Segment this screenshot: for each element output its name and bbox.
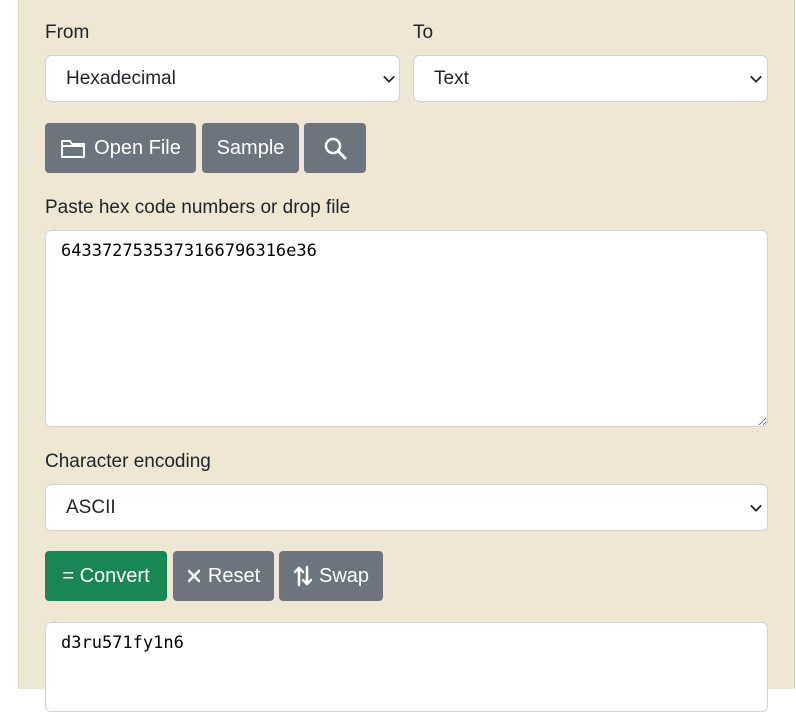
from-selected-value: Hexadecimal	[66, 68, 176, 89]
reset-label: Reset	[207, 564, 261, 587]
convert-label: = Convert	[62, 564, 150, 587]
reset-button[interactable]: Reset	[173, 551, 274, 601]
sample-button[interactable]: Sample	[202, 123, 299, 173]
open-file-label: Open File	[94, 136, 181, 159]
encoding-label: Character encoding	[45, 451, 211, 472]
converter-panel: From Hexadecimal To Text Open File Sampl…	[18, 0, 795, 712]
swap-label: Swap	[318, 564, 370, 587]
folder-icon	[61, 140, 86, 158]
from-select[interactable]: Hexadecimal	[45, 55, 400, 102]
convert-button[interactable]: = Convert	[45, 551, 167, 601]
search-button[interactable]	[304, 123, 366, 173]
from-label: From	[45, 22, 90, 43]
to-label: To	[413, 22, 434, 43]
input-label: Paste hex code numbers or drop file	[45, 197, 351, 218]
swap-button[interactable]: Swap	[279, 551, 383, 601]
encoding-selected-value: ASCII	[66, 497, 116, 518]
search-icon	[324, 137, 347, 160]
to-select[interactable]: Text	[413, 55, 768, 102]
sample-label: Sample	[216, 136, 285, 159]
output-textarea[interactable]: d3ru571fy1n6	[45, 622, 768, 712]
hex-input-textarea[interactable]: 6433727535373166796316e36	[45, 230, 768, 427]
open-file-button[interactable]: Open File	[45, 123, 196, 173]
swap-arrows-icon	[293, 565, 313, 587]
encoding-select[interactable]: ASCII	[45, 484, 768, 531]
output-value: d3ru571fy1n6	[61, 633, 184, 653]
close-icon	[187, 569, 201, 583]
to-selected-value: Text	[434, 68, 469, 89]
